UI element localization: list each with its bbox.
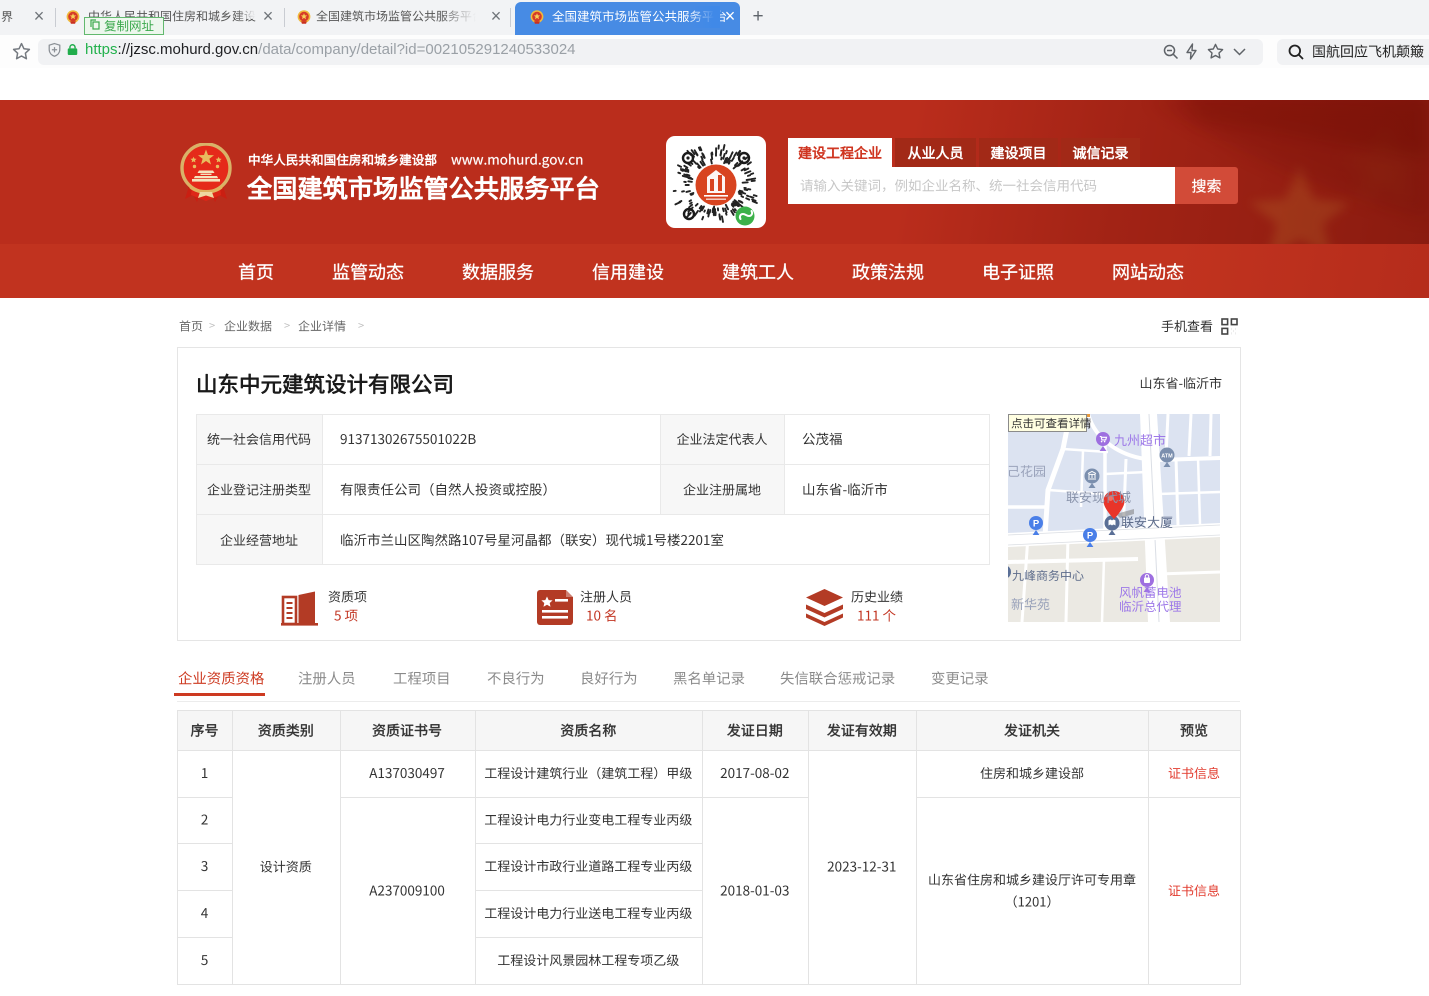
svg-text:P: P: [1033, 519, 1040, 530]
svg-text:ATM: ATM: [1161, 454, 1173, 460]
svg-text:P: P: [1087, 531, 1094, 542]
